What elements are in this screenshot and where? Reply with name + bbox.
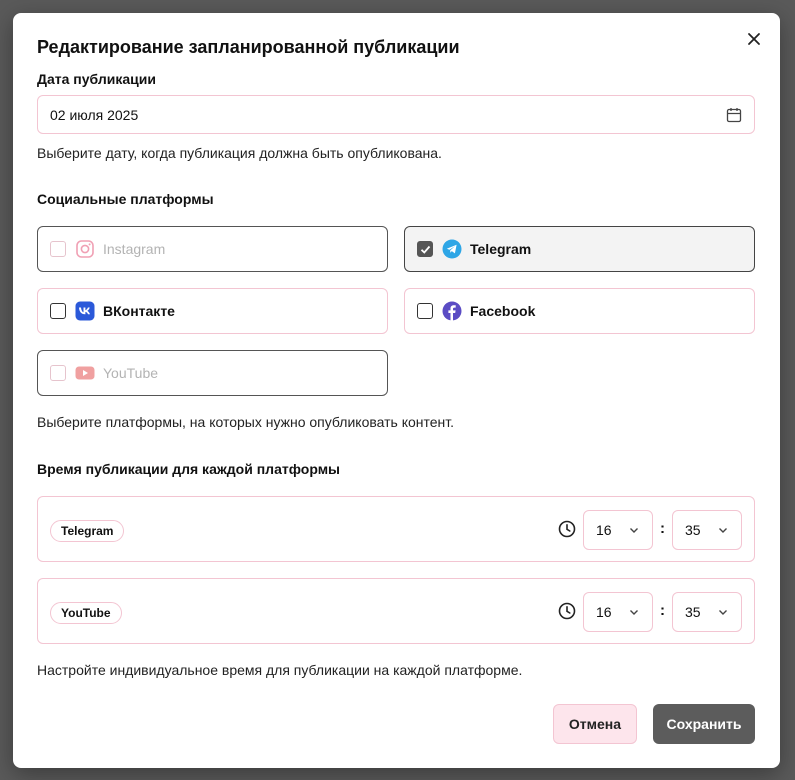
platform-badge: Telegram [50,520,125,542]
platform-vkontakte[interactable]: ВКонтакте [37,288,388,334]
platform-label: Instagram [103,241,166,257]
platform-label: Facebook [470,303,536,319]
time-separator: : [660,520,665,537]
hour-select[interactable]: 16 [583,592,653,632]
minute-select[interactable]: 35 [672,510,742,550]
close-icon [748,33,760,45]
platform-label: YouTube [103,365,159,381]
facebook-icon [442,301,462,321]
chevron-down-icon [628,524,640,536]
edit-scheduled-post-dialog: Редактирование запланированной публикаци… [13,13,780,768]
dialog-title: Редактирование запланированной публикаци… [37,37,460,57]
telegram-checkbox[interactable] [417,241,433,257]
platform-youtube[interactable]: YouTube [37,350,388,396]
times-hint: Настройте индивидуальное время для публи… [37,662,523,678]
platform-badge: YouTube [50,602,122,624]
hour-select[interactable]: 16 [583,510,653,550]
clock-icon [558,602,576,620]
youtube-icon [75,363,95,383]
time-separator: : [660,602,665,619]
chevron-down-icon [717,524,729,536]
hour-value: 16 [596,522,612,538]
date-hint: Выберите дату, когда публикация должна б… [37,145,442,161]
facebook-checkbox[interactable] [417,303,433,319]
youtube-checkbox[interactable] [50,365,66,381]
close-button[interactable] [742,27,766,51]
clock-icon [558,520,576,538]
platforms-label: Социальные платформы [37,191,214,207]
minute-select[interactable]: 35 [672,592,742,632]
cancel-button[interactable]: Отмена [553,704,637,744]
time-row-youtube: YouTube 16 : 35 [37,578,755,644]
hour-value: 16 [596,604,612,620]
vk-icon [75,301,95,321]
minute-value: 35 [685,522,701,538]
platforms-hint: Выберите платформы, на которых нужно опу… [37,414,455,430]
times-label: Время публикации для каждой платформы [37,461,341,477]
time-row-telegram: Telegram 16 : 35 [37,496,755,562]
instagram-checkbox[interactable] [50,241,66,257]
save-button[interactable]: Сохранить [653,704,755,744]
platform-facebook[interactable]: Facebook [404,288,755,334]
chevron-down-icon [628,606,640,618]
chevron-down-icon [717,606,729,618]
telegram-icon [442,239,462,259]
platform-instagram[interactable]: Instagram [37,226,388,272]
checkmark-icon [420,245,430,254]
minute-value: 35 [685,604,701,620]
instagram-icon [75,239,95,259]
vkontakte-checkbox[interactable] [50,303,66,319]
date-value: 02 июля 2025 [50,106,139,123]
calendar-icon[interactable] [726,107,742,123]
date-field[interactable]: 02 июля 2025 [37,95,755,134]
platform-telegram[interactable]: Telegram [404,226,755,272]
platform-label: ВКонтакте [103,303,175,319]
platform-label: Telegram [470,241,532,257]
date-label: Дата публикации [37,71,156,87]
